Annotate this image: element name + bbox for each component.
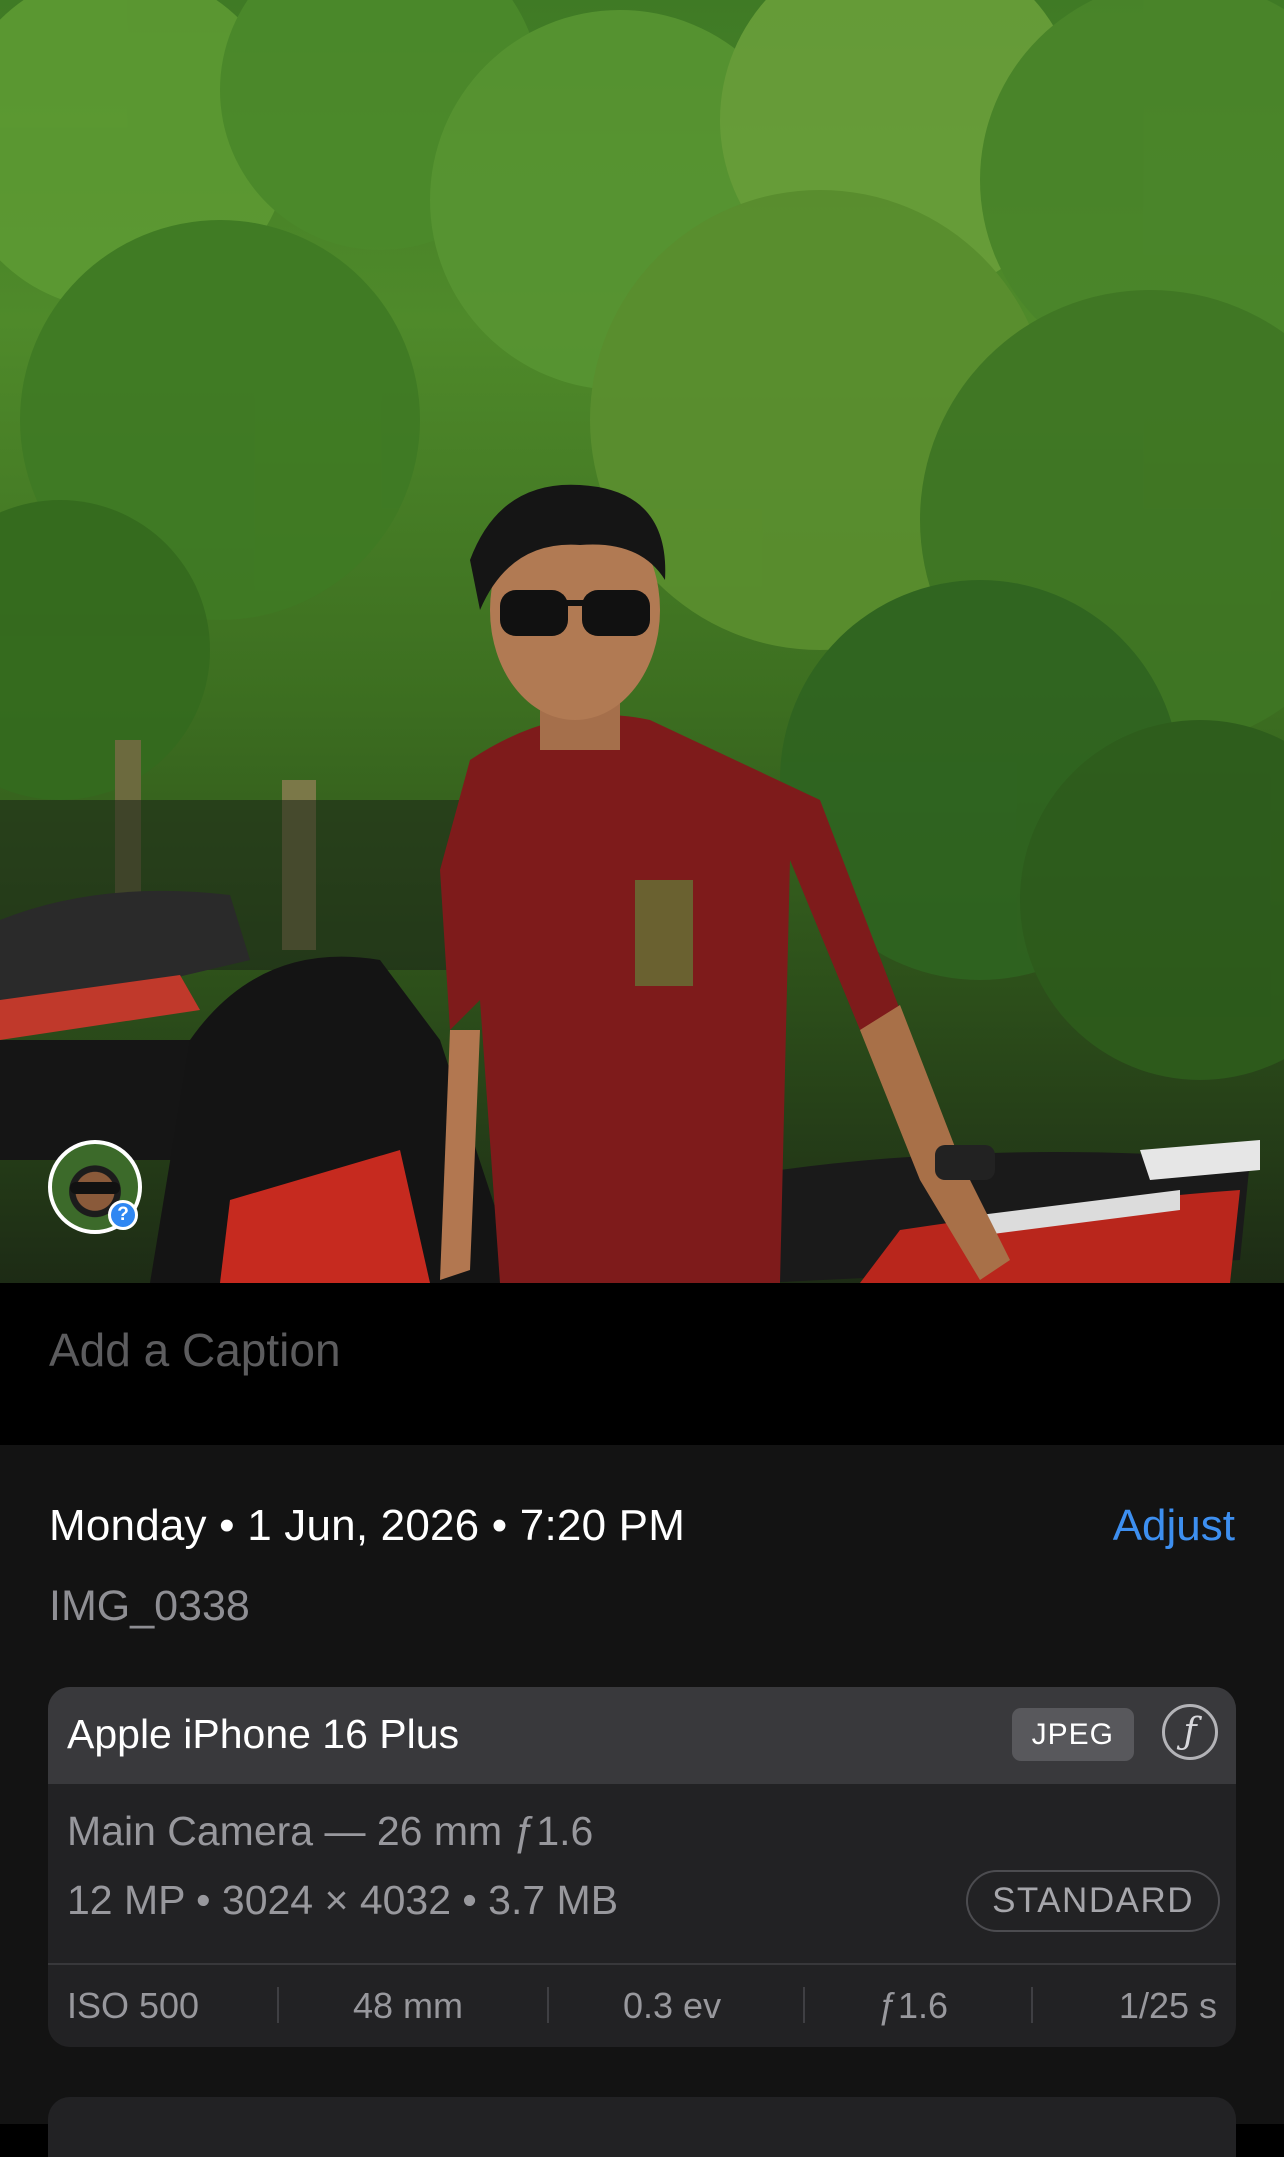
caption-field[interactable]: [49, 1323, 1149, 1377]
device-name: Apple iPhone 16 Plus: [67, 1711, 460, 1757]
photo-view[interactable]: ?: [0, 0, 1284, 1283]
sunglasses-shape: [70, 1182, 120, 1194]
exif-aperture: ƒ1.6: [878, 1985, 949, 2026]
image-specs: 12 MP • 3024 × 4032 • 3.7 MB: [67, 1877, 619, 1923]
info-panel: Monday • 1 Jun, 2026 • 7:20 PM Adjust IM…: [0, 1445, 1284, 2157]
lens-info: Main Camera — 26 mm ƒ1.6: [67, 1808, 594, 1854]
exif-divider: [803, 1987, 805, 2023]
date-time-label: Monday • 1 Jun, 2026 • 7:20 PM: [49, 1501, 686, 1550]
exif-exposure: 0.3 ev: [623, 1985, 722, 2026]
photo-illustration: [0, 0, 1284, 1283]
exif-iso: ISO 500: [67, 1985, 200, 2026]
photographic-style-badge: STANDARD: [966, 1870, 1220, 1932]
filename-label: IMG_0338: [49, 1582, 250, 1630]
question-badge-icon[interactable]: ?: [108, 1200, 138, 1230]
exif-shutter-speed: 1/25 s: [1118, 1985, 1217, 2026]
exif-focal-length: 48 mm: [353, 1985, 464, 2026]
format-badge: JPEG: [1011, 1708, 1134, 1761]
exif-divider: [277, 1987, 279, 2023]
exif-row: ISO 500 48 mm 0.3 ev ƒ1.6 1/25 s: [48, 1963, 1236, 2047]
camera-info-card: Apple iPhone 16 Plus JPEG ƒ Main Camera …: [48, 1687, 1236, 2047]
adjust-button[interactable]: Adjust: [1113, 1501, 1235, 1551]
f-aperture-icon[interactable]: ƒ: [1162, 1704, 1218, 1760]
next-info-card: [48, 2097, 1236, 2157]
exif-divider: [547, 1987, 549, 2023]
camera-card-header: Apple iPhone 16 Plus JPEG ƒ: [48, 1687, 1236, 1784]
exif-divider: [1031, 1987, 1033, 2023]
caption-section: [0, 1283, 1284, 1445]
